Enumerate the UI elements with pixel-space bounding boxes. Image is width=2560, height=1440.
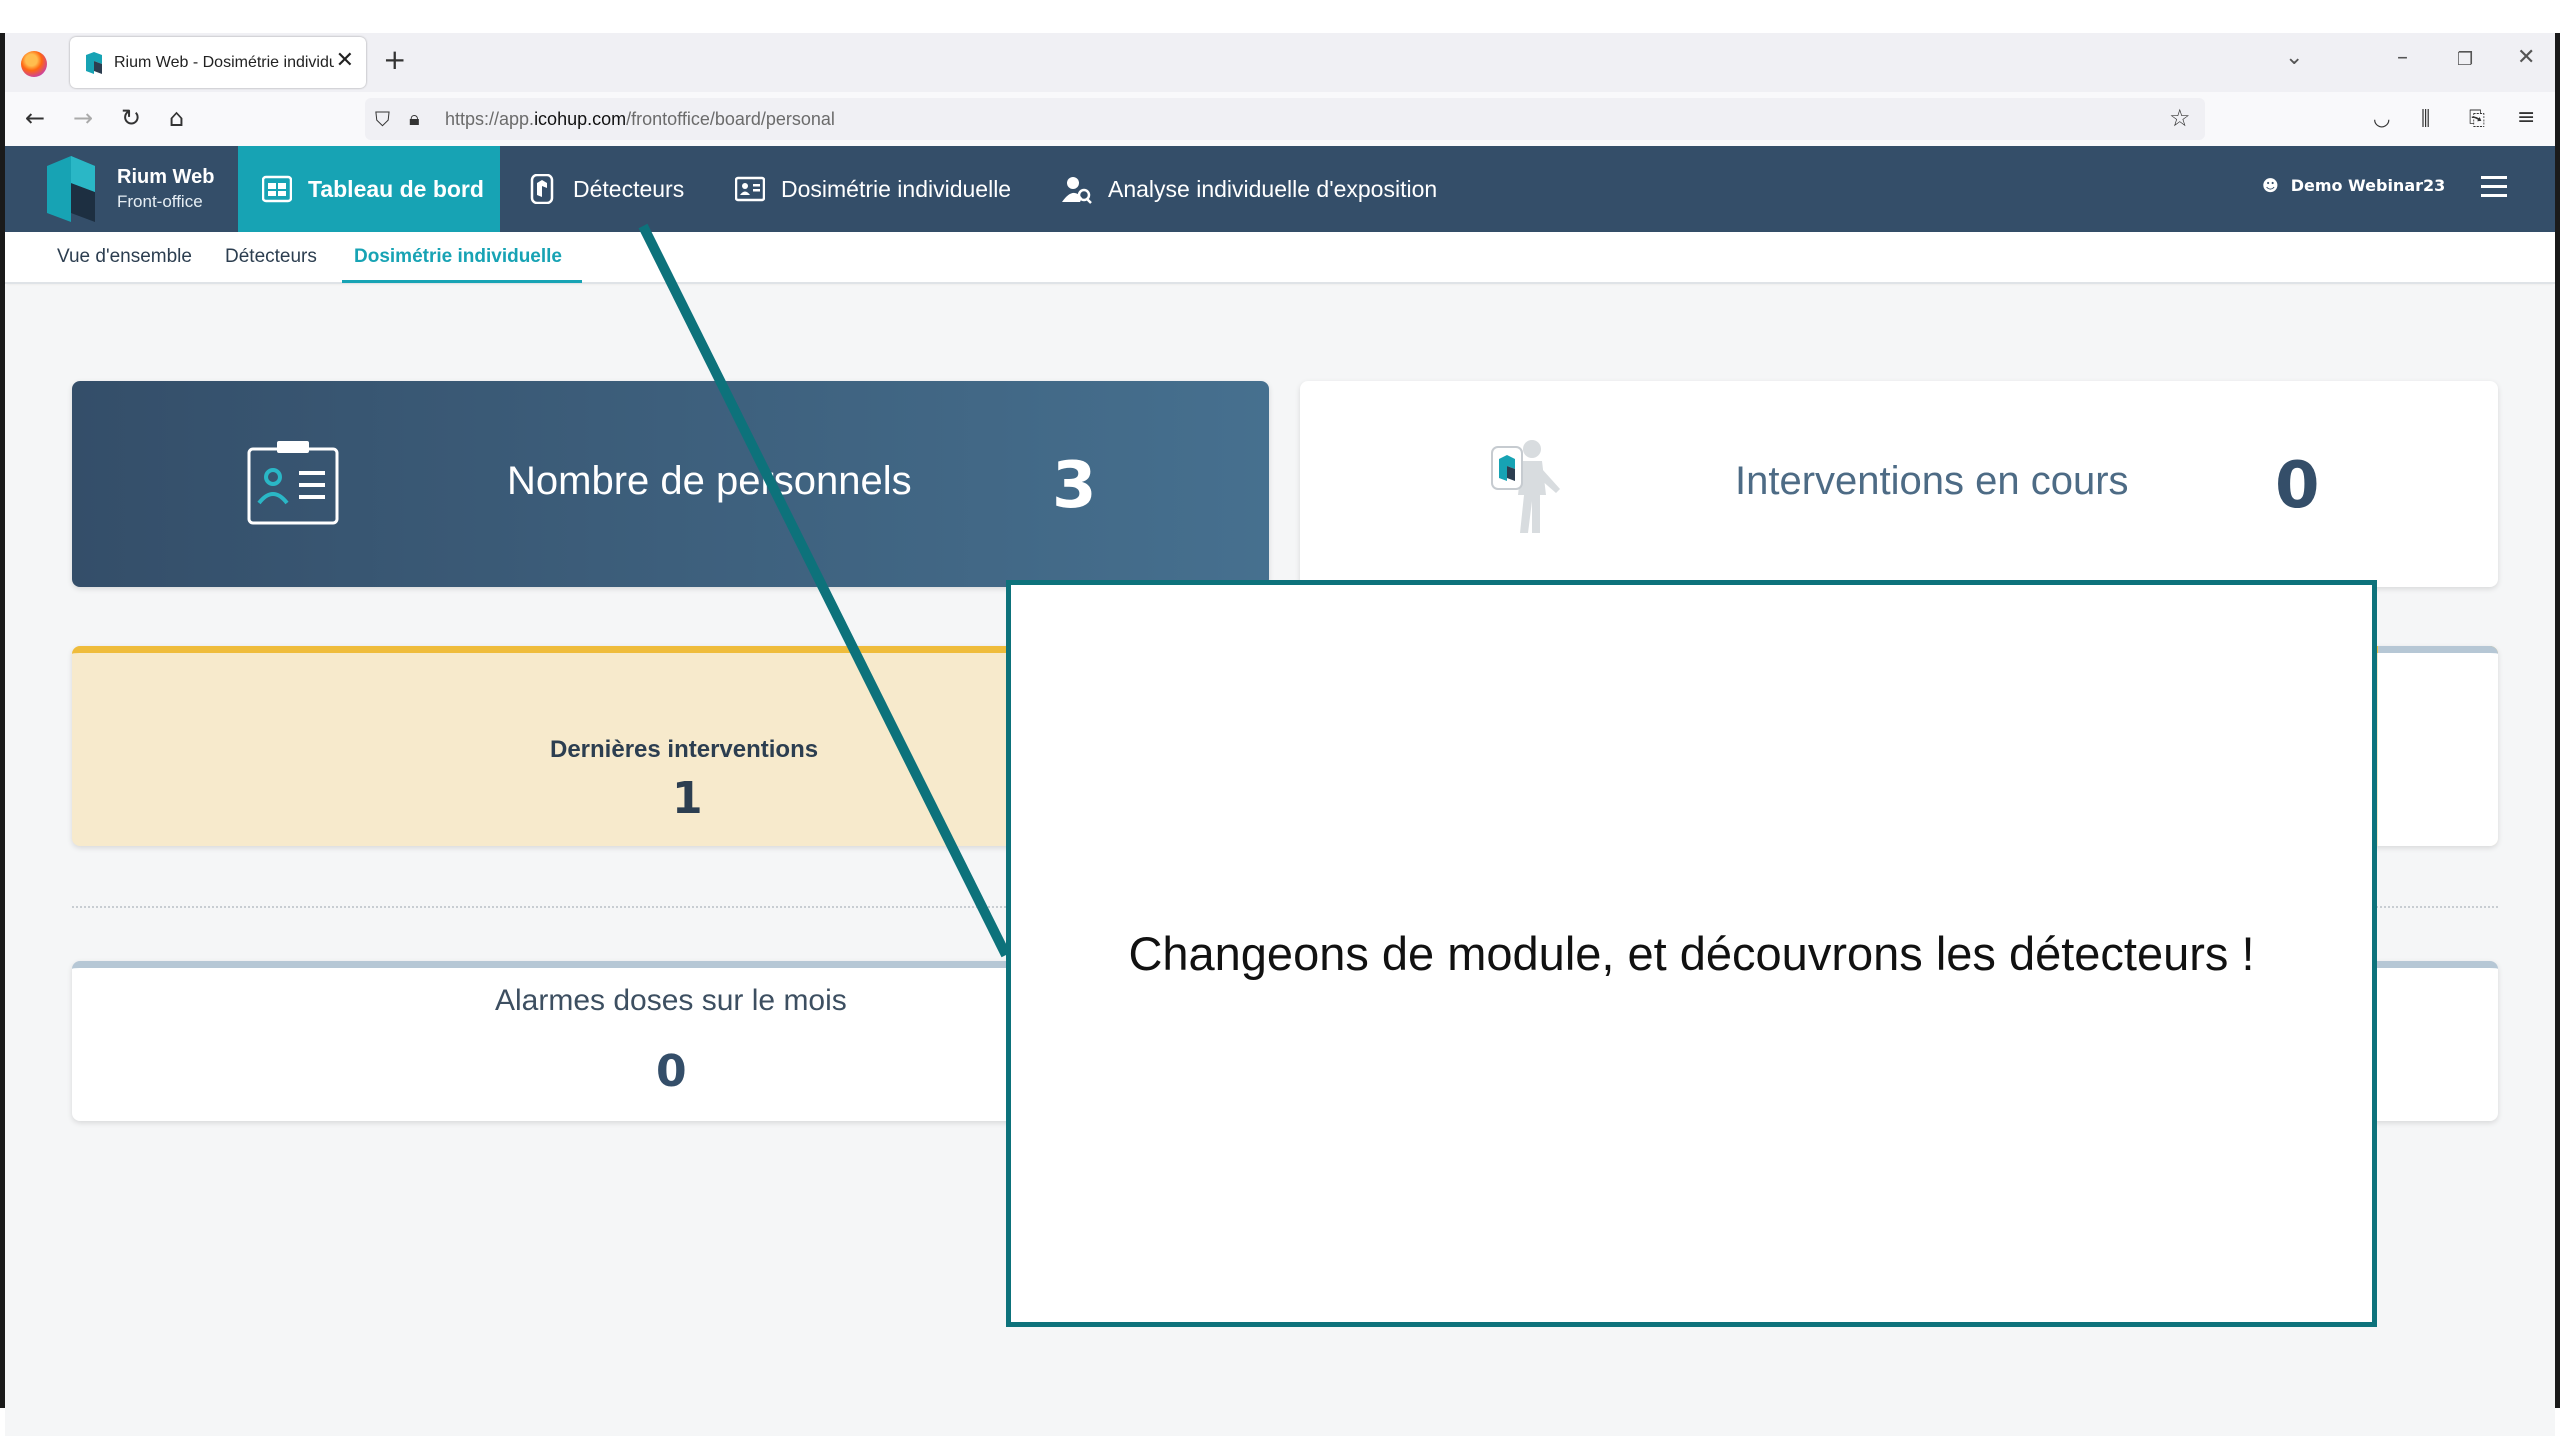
window-close-icon[interactable]: ✕: [2517, 45, 2535, 70]
rium-logo-icon: [47, 156, 95, 222]
rium-favicon-icon: [86, 51, 102, 74]
extensions-icon[interactable]: ⎘: [2469, 104, 2485, 132]
subnav: Vue d'ensemble Détecteurs Dosimétrie ind…: [5, 232, 2555, 284]
brand-subtitle: Front-office: [117, 192, 203, 211]
library-icon[interactable]: ⫼: [2421, 104, 2430, 132]
app-header: Rium Web Front-office Tableau de bord Dé…: [5, 146, 2555, 232]
worker-with-detector-icon: [1491, 440, 1560, 533]
id-card-icon: [247, 441, 339, 525]
detector-icon: [530, 174, 554, 204]
restore-icon[interactable]: ❐: [2457, 49, 2473, 70]
alarms-label: Alarmes doses sur le mois: [495, 984, 847, 1017]
tutorial-message: Changeons de module, et découvrons les d…: [1128, 927, 2255, 980]
interventions-label: Interventions en cours: [1735, 459, 2129, 503]
minimize-icon[interactable]: –: [2397, 45, 2408, 70]
app-menu-icon[interactable]: [2481, 176, 2507, 198]
menu-detecteurs[interactable]: Détecteurs: [527, 146, 684, 232]
alarms-value: 0: [656, 1046, 687, 1097]
subnav-dosimetrie-individuelle[interactable]: Dosimétrie individuelle: [354, 246, 562, 268]
brand-logo[interactable]: Rium Web Front-office: [41, 156, 241, 222]
last-interventions-label: Dernières interventions: [550, 736, 819, 763]
interventions-card[interactable]: Interventions en cours 0: [1300, 381, 2498, 587]
pocket-icon[interactable]: ◡: [2373, 104, 2390, 132]
menu-analyse-exposition[interactable]: Analyse individuelle d'exposition: [1062, 146, 1437, 232]
browser-tab[interactable]: Rium Web - Dosimétrie individuelle ✕: [70, 37, 366, 88]
user-icon: ☻: [2262, 176, 2279, 195]
browser-tabstrip: Rium Web - Dosimétrie individuelle ✕ + ⌄…: [5, 33, 2555, 92]
browser-navbar: ← → ↻ ⌂ ⛉ 🔒︎ https://app.icohup.com/fron…: [5, 92, 2555, 146]
reload-icon[interactable]: ↻: [121, 104, 141, 132]
lock-icon[interactable]: 🔒︎: [409, 104, 420, 132]
back-icon[interactable]: ←: [25, 104, 45, 132]
dashboard-icon: [262, 175, 292, 203]
subnav-vue-ensemble[interactable]: Vue d'ensemble: [57, 246, 192, 268]
menu-dosimetrie-individuelle[interactable]: Dosimétrie individuelle: [735, 146, 1011, 232]
new-tab-icon[interactable]: +: [383, 46, 406, 74]
browser-menu-icon[interactable]: ≡: [2517, 104, 2535, 132]
tab-close-icon[interactable]: ✕: [336, 50, 354, 72]
interventions-value: 0: [2275, 449, 2320, 523]
url-text: https://app.icohup.com/frontoffice/board…: [445, 109, 835, 129]
subnav-detecteurs[interactable]: Détecteurs: [225, 246, 317, 268]
firefox-icon: [21, 51, 47, 77]
menu-label: Dosimétrie individuelle: [781, 175, 1012, 202]
menu-label: Analyse individuelle d'exposition: [1108, 175, 1438, 202]
user-name: Demo Webinar23: [2290, 176, 2446, 195]
address-bar[interactable]: ⛉ 🔒︎ https://app.icohup.com/frontoffice/…: [365, 98, 2205, 140]
menu-label: Détecteurs: [573, 175, 685, 202]
brand-name: Rium Web: [117, 166, 215, 188]
user-menu[interactable]: ☻ Demo Webinar23: [2262, 176, 2445, 195]
home-icon[interactable]: ⌂: [169, 104, 184, 132]
personnel-card[interactable]: Nombre de personnels 3: [72, 381, 1269, 587]
tab-list-chevron-icon[interactable]: ⌄: [2285, 45, 2303, 70]
badge-icon: [735, 176, 765, 202]
personnel-label: Nombre de personnels: [507, 459, 912, 503]
subnav-active-indicator: [342, 280, 582, 283]
person-search-icon: [1062, 177, 1092, 204]
tutorial-tooltip[interactable]: Changeons de module, et découvrons les d…: [1006, 580, 2377, 1327]
forward-icon[interactable]: →: [73, 104, 93, 132]
personnel-value: 3: [1052, 449, 1097, 523]
tab-title: Rium Web - Dosimétrie individuelle: [114, 53, 334, 71]
menu-label: Tableau de bord: [308, 175, 484, 202]
adjacent-card: [2378, 646, 2498, 846]
last-interventions-value: 1: [672, 773, 703, 824]
shield-icon[interactable]: ⛉: [375, 105, 390, 133]
menu-tableau-de-bord[interactable]: Tableau de bord: [238, 146, 500, 232]
bookmark-star-icon[interactable]: ☆: [2169, 104, 2191, 132]
